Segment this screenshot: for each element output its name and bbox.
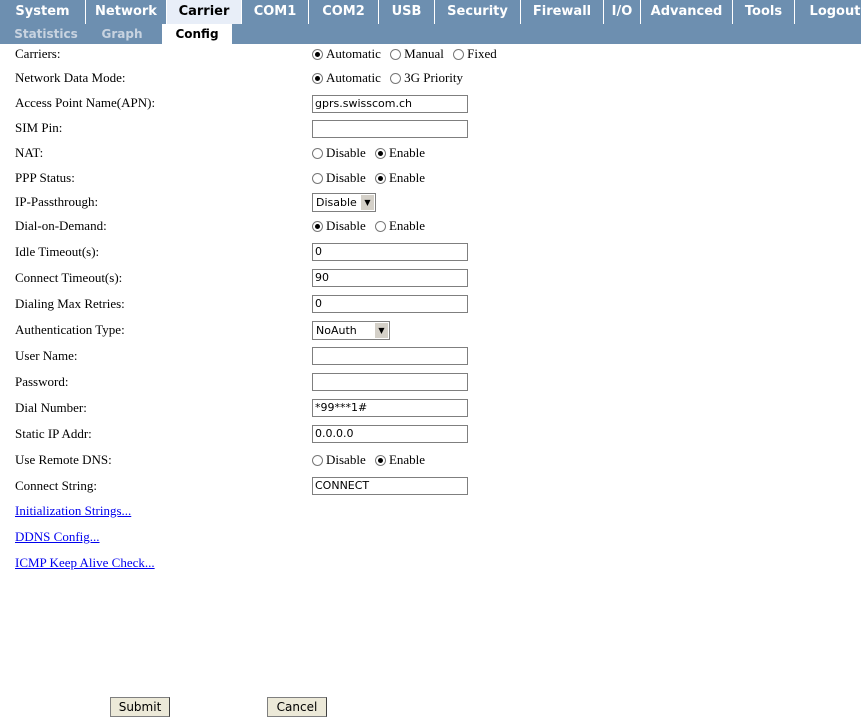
network-data-mode-label: Network Data Mode:	[15, 70, 126, 85]
dns-disable-radio[interactable]	[312, 454, 323, 466]
init-strings-link[interactable]: Initialization Strings...	[15, 501, 131, 521]
tab-system[interactable]: System	[0, 0, 86, 24]
main-tab-bar: System Network Carrier COM1 COM2 USB Sec…	[0, 0, 861, 24]
tab-usb[interactable]: USB	[379, 0, 435, 24]
network-data-mode-radio-group: Automatic 3G Priority	[312, 68, 469, 88]
carriers-manual-radio[interactable]	[390, 48, 402, 60]
tab-com2[interactable]: COM2	[309, 0, 379, 24]
nat-disable-label: Disable	[326, 145, 366, 160]
carriers-fixed-label: Fixed	[467, 46, 497, 61]
dns-enable-radio[interactable]	[374, 454, 386, 466]
dod-enable-radio[interactable]	[374, 220, 386, 232]
dial-on-demand-radio-group: Disable Enable	[312, 216, 431, 236]
connect-timeout-label: Connect Timeout(s):	[15, 270, 123, 285]
auth-type-select[interactable]: NoAuth ▼	[312, 321, 390, 340]
static-ip-label: Static IP Addr:	[15, 426, 92, 441]
carriers-fixed-radio[interactable]	[453, 48, 465, 60]
subtab-statistics[interactable]: Statistics	[0, 24, 92, 44]
dial-number-input[interactable]: *99***1#	[312, 399, 468, 417]
tab-carrier[interactable]: Carrier	[167, 0, 242, 24]
tab-com1[interactable]: COM1	[242, 0, 309, 24]
static-ip-input[interactable]: 0.0.0.0	[312, 425, 468, 443]
nat-label: NAT:	[15, 145, 44, 160]
network-mode-3g-priority-label: 3G Priority	[404, 70, 464, 85]
dod-disable-label: Disable	[326, 218, 366, 233]
user-name-input[interactable]	[312, 347, 468, 365]
dns-enable-label: Enable	[388, 452, 426, 467]
auth-type-label: Authentication Type:	[15, 322, 125, 337]
network-mode-automatic-radio[interactable]	[312, 72, 323, 84]
carriers-manual-label: Manual	[404, 46, 444, 61]
network-mode-automatic-label: Automatic	[326, 70, 381, 85]
ppp-disable-radio[interactable]	[312, 172, 323, 184]
ppp-status-label: PPP Status:	[15, 170, 75, 185]
ip-passthrough-label: IP-Passthrough:	[15, 194, 99, 209]
idle-timeout-input[interactable]: 0	[312, 243, 468, 261]
connect-timeout-input[interactable]: 90	[312, 269, 468, 287]
ppp-disable-label: Disable	[326, 170, 366, 185]
connect-string-input[interactable]: CONNECT	[312, 477, 468, 495]
ppp-status-radio-group: Disable Enable	[312, 168, 431, 188]
ddns-config-link[interactable]: DDNS Config...	[15, 527, 100, 547]
dialing-max-retries-label: Dialing Max Retries:	[15, 296, 125, 311]
remote-dns-radio-group: Disable Enable	[312, 450, 431, 470]
dns-disable-label: Disable	[326, 452, 366, 467]
tab-logout[interactable]: Logout	[795, 0, 861, 24]
tab-advanced[interactable]: Advanced	[641, 0, 733, 24]
sub-tab-bar: Statistics Graph Config	[0, 24, 861, 44]
idle-timeout-label: Idle Timeout(s):	[15, 244, 100, 259]
tab-io[interactable]: I/O	[604, 0, 641, 24]
ip-passthrough-select[interactable]: Disable ▼	[312, 193, 376, 212]
carriers-automatic-radio[interactable]	[312, 48, 323, 60]
sim-pin-input[interactable]	[312, 120, 468, 138]
ppp-enable-label: Enable	[388, 170, 426, 185]
password-input[interactable]	[312, 373, 468, 391]
tab-firewall[interactable]: Firewall	[521, 0, 604, 24]
dod-disable-radio[interactable]	[312, 220, 323, 232]
apn-label: Access Point Name(APN):	[15, 95, 156, 110]
icmp-keepalive-link[interactable]: ICMP Keep Alive Check...	[15, 553, 155, 573]
ip-passthrough-value: Disable	[316, 196, 357, 209]
dod-enable-label: Enable	[388, 218, 426, 233]
subtab-graph[interactable]: Graph	[92, 24, 152, 44]
cancel-button[interactable]: Cancel	[267, 697, 327, 717]
auth-type-value: NoAuth	[316, 324, 357, 337]
carriers-label: Carriers:	[15, 46, 61, 61]
carriers-radio-group: Automatic Manual Fixed	[312, 44, 503, 64]
password-label: Password:	[15, 374, 69, 389]
submit-button[interactable]: Submit	[110, 697, 170, 717]
ppp-enable-radio[interactable]	[374, 172, 386, 184]
tab-security[interactable]: Security	[435, 0, 521, 24]
nat-radio-group: Disable Enable	[312, 143, 431, 163]
chevron-down-icon[interactable]: ▼	[360, 195, 374, 210]
nat-enable-radio[interactable]	[374, 147, 386, 159]
dial-on-demand-label: Dial-on-Demand:	[15, 218, 107, 233]
network-mode-3g-priority-radio[interactable]	[390, 72, 402, 84]
subtab-config[interactable]: Config	[162, 24, 232, 44]
remote-dns-label: Use Remote DNS:	[15, 452, 112, 467]
carriers-automatic-label: Automatic	[326, 46, 381, 61]
dialing-max-retries-input[interactable]: 0	[312, 295, 468, 313]
user-name-label: User Name:	[15, 348, 78, 363]
tab-tools[interactable]: Tools	[733, 0, 795, 24]
nat-enable-label: Enable	[388, 145, 426, 160]
apn-input[interactable]: gprs.swisscom.ch	[312, 95, 468, 113]
tab-network[interactable]: Network	[86, 0, 167, 24]
connect-string-label: Connect String:	[15, 478, 97, 493]
nat-disable-radio[interactable]	[312, 147, 323, 159]
sim-pin-label: SIM Pin:	[15, 120, 63, 135]
dial-number-label: Dial Number:	[15, 400, 87, 415]
chevron-down-icon[interactable]: ▼	[374, 323, 388, 338]
